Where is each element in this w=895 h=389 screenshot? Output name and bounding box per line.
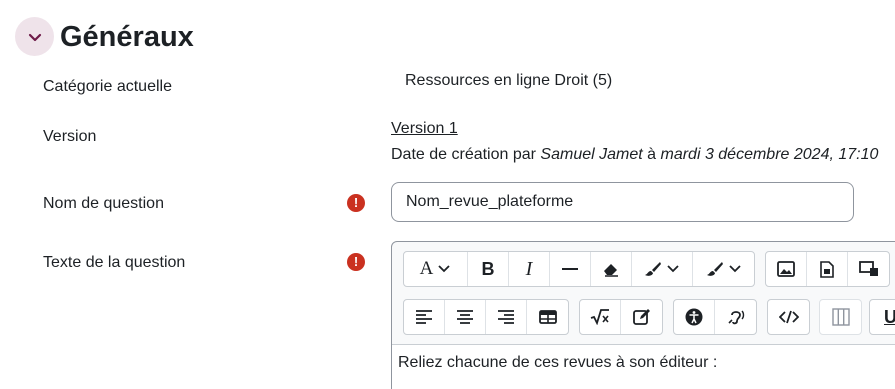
brush-icon: [706, 261, 724, 277]
author-name: Samuel Jamet: [540, 146, 643, 163]
toolbar-group-html: [767, 299, 810, 335]
bold-button[interactable]: B: [468, 252, 509, 286]
category-label: Catégorie actuelle: [43, 78, 172, 95]
align-left-button[interactable]: [404, 300, 445, 334]
question-text-editor: A B I U Reliez chacune de ces revues à s…: [391, 241, 895, 389]
created-mid: à: [642, 146, 661, 163]
eraser-icon: [602, 261, 620, 277]
columns-button[interactable]: [820, 300, 861, 334]
font-size-button[interactable]: A: [404, 252, 468, 286]
chevron-down-icon: [26, 28, 44, 46]
align-right-icon: [498, 310, 514, 324]
media-button[interactable]: [807, 252, 848, 286]
align-left-icon: [416, 310, 432, 324]
question-text-content: Reliez chacune de ces revues à son édite…: [398, 354, 718, 371]
toolbar-group-insert: [579, 299, 663, 335]
chevron-down-icon: [728, 264, 742, 274]
clear-format-button[interactable]: [591, 252, 632, 286]
table-button[interactable]: [527, 300, 568, 334]
h5p-icon: [858, 261, 879, 277]
horizontal-line-icon: [562, 267, 578, 271]
align-center-icon: [457, 310, 473, 324]
table-icon: [538, 310, 557, 324]
section-collapse-button[interactable]: [15, 17, 54, 56]
media-icon: [820, 260, 834, 278]
italic-button[interactable]: I: [509, 252, 550, 286]
align-center-button[interactable]: [445, 300, 486, 334]
creation-date: mardi 3 décembre 2024, 17:10: [660, 146, 879, 163]
pencil-icon: [632, 308, 651, 326]
chevron-down-icon: [437, 264, 451, 274]
ear-icon: [727, 308, 745, 326]
question-name-label: Nom de question: [43, 195, 164, 212]
version-label: Version: [43, 128, 97, 145]
code-icon: [778, 310, 799, 324]
horizontal-line-button[interactable]: [550, 252, 591, 286]
toolbar-group-align: [403, 299, 569, 335]
created-prefix: Date de création par: [391, 146, 541, 163]
text-color-button[interactable]: [632, 252, 693, 286]
toolbar-group-format: A B I: [403, 251, 755, 287]
underline-button[interactable]: U: [870, 300, 895, 334]
required-icon: !: [347, 194, 365, 212]
toolbar-group-accessibility: [673, 299, 757, 335]
html-button[interactable]: [768, 300, 809, 334]
background-color-button[interactable]: [693, 252, 754, 286]
columns-icon: [831, 308, 850, 326]
chevron-down-icon: [666, 264, 680, 274]
editor-content-area[interactable]: Reliez chacune de ces revues à son édite…: [392, 344, 895, 389]
required-icon: !: [347, 253, 365, 271]
underline-icon: U: [884, 306, 895, 327]
brush-icon: [644, 261, 662, 277]
sqrt-icon: [590, 309, 610, 325]
italic-icon: I: [525, 257, 533, 280]
font-size-icon: A: [419, 258, 434, 279]
creation-info: Date de création par Samuel Jamet à mard…: [391, 145, 878, 165]
question-name-input[interactable]: [391, 182, 854, 222]
question-text-label: Texte de la question: [43, 254, 186, 271]
image-icon: [777, 261, 795, 277]
section-title: Généraux: [60, 21, 194, 53]
image-button[interactable]: [766, 252, 807, 286]
toolbar-group-underline: U: [869, 299, 895, 335]
equation-button[interactable]: [580, 300, 621, 334]
toolbar-group-media: [765, 251, 890, 287]
version-link[interactable]: Version 1: [391, 119, 458, 139]
bold-icon: B: [481, 258, 495, 279]
align-right-button[interactable]: [486, 300, 527, 334]
toolbar-group-columns: [819, 299, 862, 335]
category-value: Ressources en ligne Droit (5): [405, 72, 613, 89]
accessibility-icon: [685, 308, 703, 326]
accessibility-button[interactable]: [674, 300, 715, 334]
screenreader-button[interactable]: [715, 300, 756, 334]
h5p-button[interactable]: [848, 252, 889, 286]
edit-button[interactable]: [621, 300, 662, 334]
